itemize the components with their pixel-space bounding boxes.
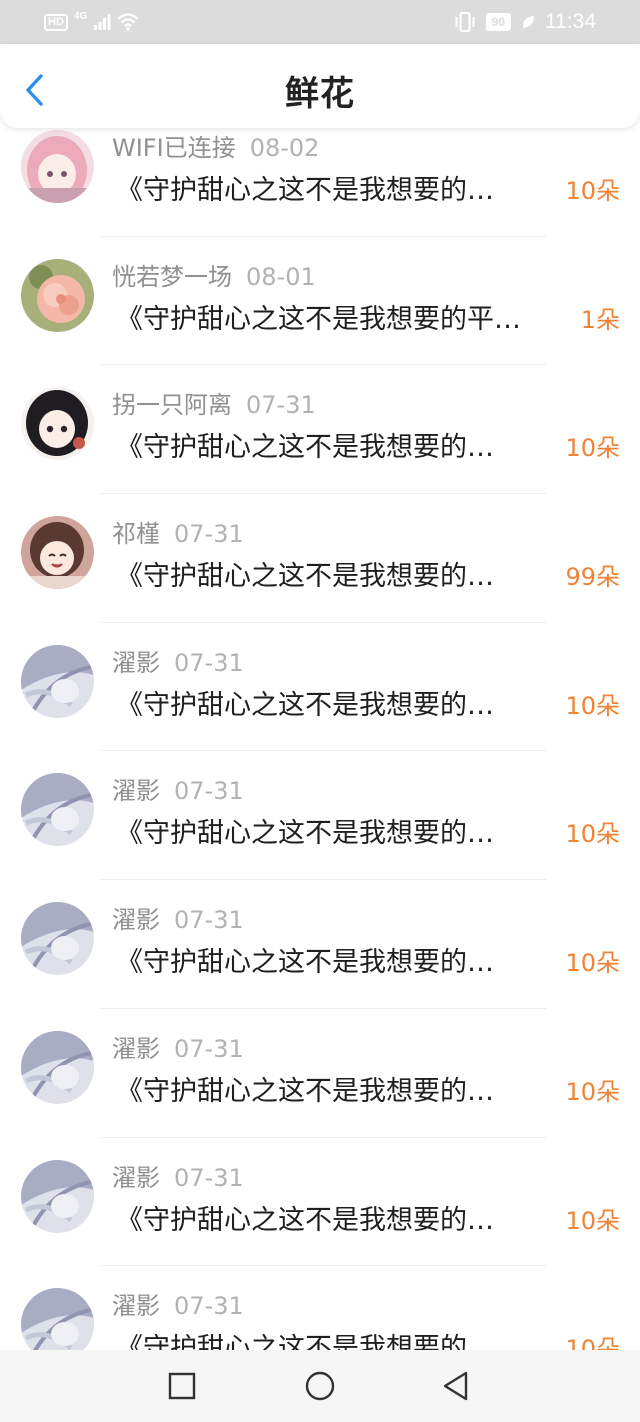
system-navigation-bar — [0, 1350, 640, 1422]
list-item[interactable]: 濯影 07-31 《守护甜心之这不是我想要的… 10朵 — [0, 623, 640, 752]
pink-flower-avatar[interactable] — [21, 258, 94, 332]
book-title: 《守护甜心之这不是我想要的… — [116, 818, 494, 850]
triangle-back-icon — [443, 1371, 468, 1401]
book-title: 《守护甜心之这不是我想要的… — [116, 947, 494, 979]
list-item[interactable]: 恍若梦一场 08-01 《守护甜心之这不是我想要的平… 1朵 — [0, 237, 640, 366]
user-name: 濯影 07-31 — [112, 1158, 244, 1193]
app-header: 鲜花 — [0, 44, 640, 128]
wifi-icon — [117, 13, 140, 31]
flower-count: 10朵 — [565, 820, 620, 849]
gray-sketch-avatar[interactable] — [21, 1030, 94, 1104]
network-type-label: 4G — [73, 10, 88, 22]
clock: 11:34 — [545, 10, 596, 33]
flower-count: 10朵 — [565, 1206, 620, 1235]
book-title: 《守护甜心之这不是我想要的… — [116, 689, 494, 721]
list-item[interactable]: 拐一只阿离 07-31 《守护甜心之这不是我想要的… 10朵 — [0, 365, 640, 494]
recents-button[interactable] — [166, 1370, 198, 1402]
book-title: 《守护甜心之这不是我想要的… — [116, 1204, 494, 1236]
pink-hair-girl-avatar[interactable] — [21, 130, 94, 203]
vibrate-icon — [455, 12, 475, 32]
list-item[interactable]: 濯影 07-31 《守护甜心之这不是我想要的… 10朵 — [0, 880, 640, 1009]
user-name-text: 濯影 — [112, 777, 160, 806]
user-name: 濯影 07-31 — [112, 643, 244, 678]
record-date: 07-31 — [174, 906, 244, 935]
gray-sketch-avatar[interactable] — [21, 902, 94, 976]
cellular-signal-icon — [94, 14, 111, 30]
flower-count: 10朵 — [565, 1077, 620, 1106]
record-date: 07-31 — [174, 1034, 244, 1063]
gray-sketch-avatar[interactable] — [21, 1159, 94, 1233]
user-name: 濯影 07-31 — [112, 900, 244, 935]
user-name-text: 濯影 — [112, 1292, 160, 1321]
user-name-text: 濯影 — [112, 648, 160, 677]
flower-count: 10朵 — [565, 434, 620, 463]
status-bar: HD 4G 90 11:34 — [0, 0, 640, 44]
book-title: 《守护甜心之这不是我想要的… — [116, 1075, 494, 1107]
record-date: 07-31 — [246, 391, 316, 420]
page-title: 鲜花 — [285, 74, 355, 114]
home-button[interactable] — [304, 1370, 336, 1402]
list-item[interactable]: 濯影 07-31 《守护甜心之这不是我想要的… 10朵 — [0, 1138, 640, 1267]
list-item[interactable]: 濯影 07-31 《守护甜心之这不是我想要的… 10朵 — [0, 1009, 640, 1138]
record-date: 08-02 — [249, 134, 320, 162]
record-date: 07-31 — [174, 1163, 244, 1192]
user-name-text: 濯影 — [112, 906, 160, 935]
flower-count: 1朵 — [580, 305, 620, 334]
book-title: 《守护甜心之这不是我想要的… — [116, 432, 494, 464]
flower-record-list: WIFI已连接 08-02 《守护甜心之这不是我想要的… 10朵 恍若梦一场 08-… — [0, 108, 640, 1395]
back-nav-button[interactable] — [440, 1370, 472, 1402]
leaf-icon — [522, 16, 534, 28]
record-date: 07-31 — [174, 1292, 244, 1321]
user-name: WIFI已连接 08-02 — [112, 128, 319, 163]
brown-hair-smiling-avatar[interactable] — [21, 516, 94, 590]
user-name-text: 恍若梦一场 — [112, 262, 232, 291]
book-title: 《守护甜心之这不是我想要的平… — [116, 303, 521, 335]
user-name-text: 濯影 — [112, 1163, 160, 1192]
user-name: 恍若梦一场 08-01 — [112, 257, 316, 292]
circle-home-icon — [305, 1371, 335, 1401]
user-name-text: 祁槿 — [112, 520, 160, 549]
flower-count: 10朵 — [565, 177, 620, 205]
status-right: 90 11:34 — [454, 8, 596, 36]
book-title: 《守护甜心之这不是我想要的… — [116, 561, 494, 593]
record-date: 07-31 — [174, 777, 244, 806]
user-name: 濯影 07-31 — [112, 1286, 244, 1321]
flower-count: 99朵 — [565, 563, 620, 592]
status-left: HD 4G — [44, 10, 140, 34]
dark-hair-girl-avatar[interactable] — [21, 387, 94, 461]
user-name: 濯影 07-31 — [112, 771, 244, 806]
record-date: 07-31 — [174, 520, 244, 549]
gray-sketch-avatar[interactable] — [21, 644, 94, 718]
gray-sketch-avatar[interactable] — [21, 773, 94, 847]
user-name: 拐一只阿离 07-31 — [112, 385, 316, 420]
hd-badge: HD — [44, 13, 68, 31]
user-name-text: WIFI已连接 — [112, 134, 236, 162]
user-name-text: 濯影 — [112, 1034, 160, 1063]
user-name: 濯影 07-31 — [112, 1029, 244, 1064]
battery-indicator: 90 — [485, 13, 511, 31]
record-date: 08-01 — [246, 262, 316, 291]
user-name: 祁槿 07-31 — [112, 514, 244, 549]
flower-count: 10朵 — [565, 691, 620, 720]
user-name-text: 拐一只阿离 — [112, 391, 232, 420]
book-title: 《守护甜心之这不是我想要的… — [116, 175, 494, 206]
square-recents-icon — [168, 1372, 196, 1400]
flower-count: 10朵 — [565, 949, 620, 978]
list-item[interactable]: 祁槿 07-31 《守护甜心之这不是我想要的… 99朵 — [0, 494, 640, 623]
record-date: 07-31 — [174, 648, 244, 677]
list-item[interactable]: 濯影 07-31 《守护甜心之这不是我想要的… 10朵 — [0, 751, 640, 880]
